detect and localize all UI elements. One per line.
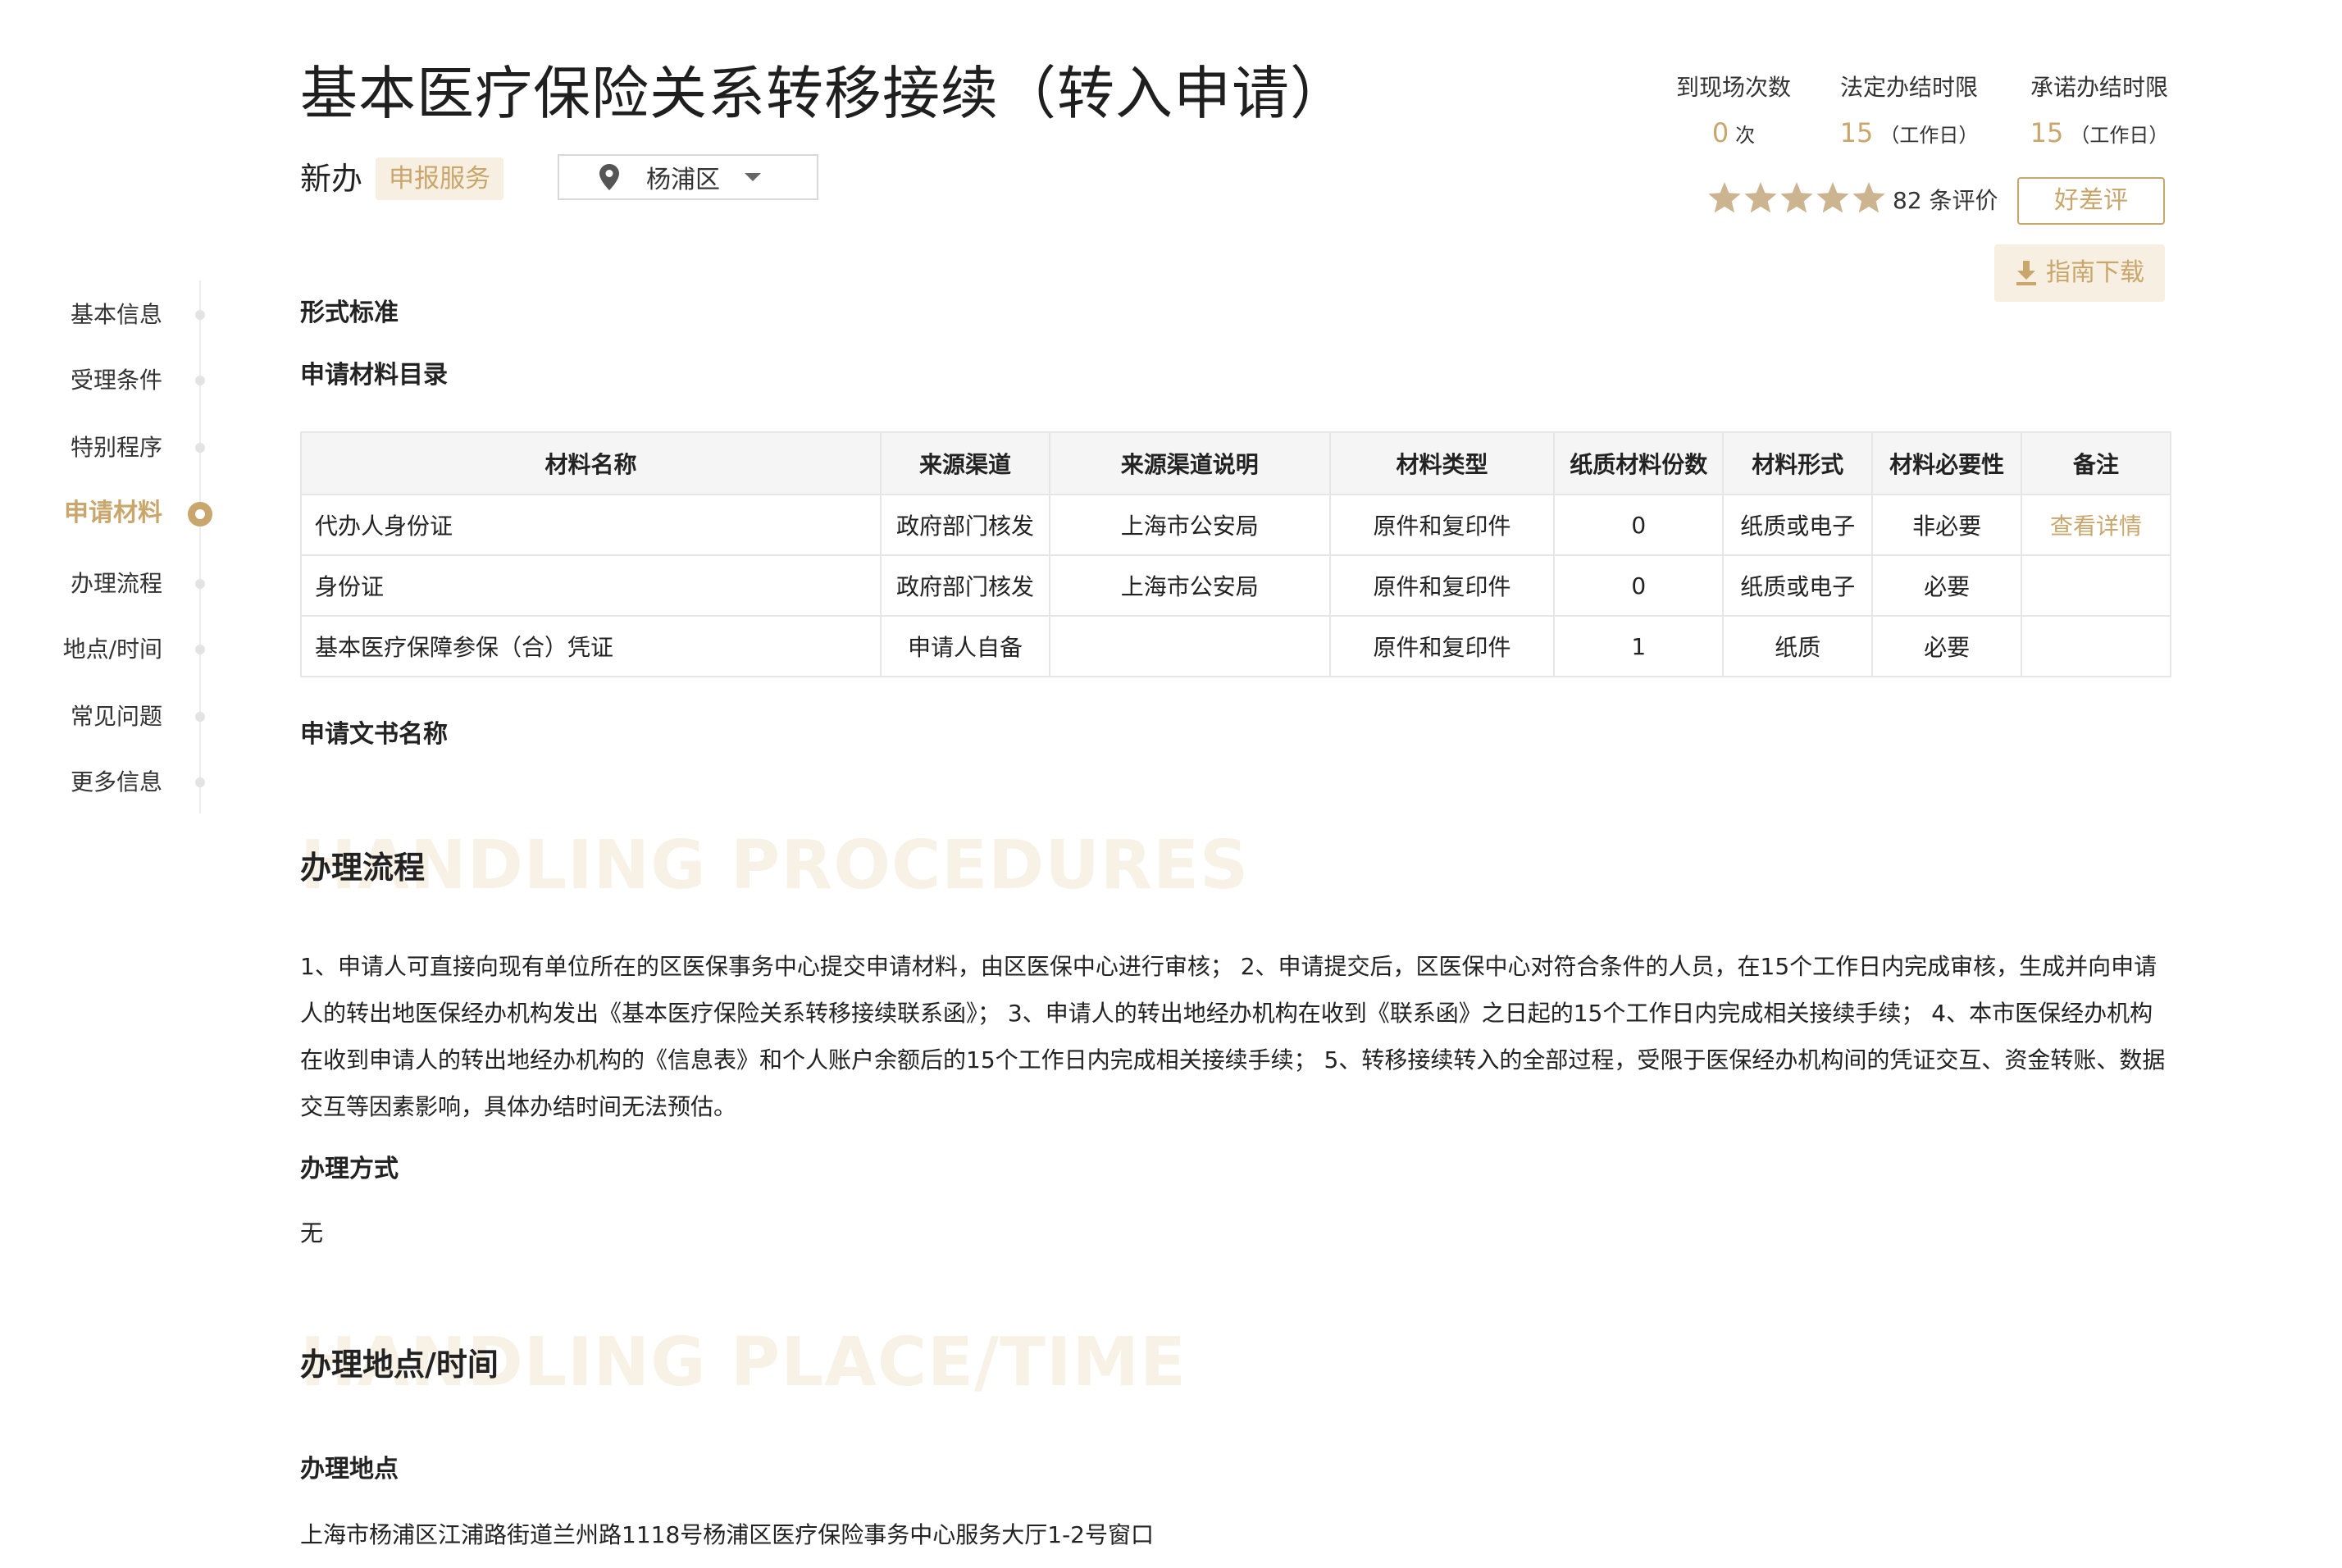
caret-down-icon	[745, 173, 761, 181]
view-details-link[interactable]: 查看详情	[2021, 494, 2171, 556]
stat-promised-limit: 承诺办结时限 15 （工作日）	[2030, 74, 2169, 148]
table-cell: 原件和复印件	[1328, 494, 1556, 556]
form-standard-heading: 形式标准	[300, 299, 399, 327]
table-header-row: 材料名称 来源渠道 来源渠道说明 材料类型 纸质材料份数 材料形式 材料必要性 …	[299, 431, 2171, 495]
star-icon	[1744, 182, 1777, 213]
method-heading: 办理方式	[300, 1155, 399, 1183]
rating-stars	[1707, 182, 1886, 215]
table-cell: 纸质	[1722, 615, 1874, 677]
table-cell: 必要	[1871, 615, 2023, 677]
rate-button[interactable]: 好差评	[2017, 177, 2165, 225]
sidenav-dot	[195, 310, 205, 320]
review-count[interactable]: 82 条评价	[1893, 184, 1998, 218]
table-cell: 基本医疗保障参保（合）凭证	[299, 615, 882, 677]
sidenav-item-faq[interactable]: 常见问题	[71, 700, 162, 733]
star-icon	[1708, 182, 1741, 213]
table-cell: 政府部门核发	[880, 554, 1051, 617]
table-cell	[2021, 554, 2171, 617]
column-header: 材料必要性	[1871, 431, 2023, 495]
service-subtype: 新办	[300, 161, 363, 197]
region-select[interactable]: 杨浦区	[558, 154, 818, 200]
table-cell: 原件和复印件	[1328, 615, 1556, 677]
table-cell: 身份证	[299, 554, 882, 617]
table-cell: 纸质或电子	[1722, 494, 1874, 556]
sidenav-item-materials[interactable]: 申请材料	[64, 497, 162, 530]
download-icon	[2016, 261, 2036, 285]
sidenav-dot	[195, 376, 205, 385]
table-cell: 0	[1553, 494, 1725, 556]
sidenav-dot	[195, 443, 205, 453]
sidenav-dot	[195, 645, 205, 654]
place-subheading: 办理地点	[300, 1455, 399, 1484]
table-cell: 代办人身份证	[299, 494, 882, 556]
table-cell: 0	[1553, 554, 1725, 617]
guide-download-button[interactable]: 指南下载	[1994, 244, 2165, 302]
column-header: 来源渠道说明	[1049, 431, 1331, 495]
column-header: 材料名称	[299, 431, 882, 495]
table-cell: 政府部门核发	[880, 494, 1051, 556]
procedure-text: 1、申请人可直接向现有单位所在的区医保事务中心提交申请材料，由区医保中心进行审核…	[300, 953, 2166, 1120]
table-cell: 上海市公安局	[1049, 494, 1331, 556]
table-row: 代办人身份证 政府部门核发 上海市公安局 原件和复印件 0 纸质或电子 非必要 …	[299, 494, 2171, 556]
materials-table: 材料名称 来源渠道 来源渠道说明 材料类型 纸质材料份数 材料形式 材料必要性 …	[299, 431, 2171, 677]
sidenav-dot	[195, 712, 205, 722]
table-cell	[2021, 615, 2171, 677]
column-header: 材料类型	[1328, 431, 1556, 495]
sidenav-active-indicator	[188, 502, 212, 526]
sidenav-dot	[195, 579, 205, 589]
star-icon	[1852, 182, 1885, 213]
method-value: 无	[300, 1219, 324, 1247]
sidenav-line	[199, 280, 201, 814]
table-row: 基本医疗保障参保（合）凭证 申请人自备 原件和复印件 1 纸质 必要	[299, 615, 2171, 677]
table-cell: 必要	[1871, 554, 2023, 617]
guide-download-label: 指南下载	[2046, 258, 2144, 287]
table-row: 身份证 政府部门核发 上海市公安局 原件和复印件 0 纸质或电子 必要	[299, 554, 2171, 617]
star-icon	[1780, 182, 1813, 213]
table-cell	[1049, 615, 1331, 677]
sidenav-item-basic-info[interactable]: 基本信息	[71, 299, 162, 331]
stat-legal-limit: 法定办结时限 15 （工作日）	[1839, 74, 1979, 148]
sidenav-item-more-info[interactable]: 更多信息	[71, 766, 162, 799]
table-cell: 非必要	[1871, 494, 2023, 556]
stat-visits: 到现场次数 0次	[1675, 74, 1791, 148]
materials-catalog-heading: 申请材料目录	[300, 361, 448, 390]
sidenav-item-special-procedure[interactable]: 特别程序	[71, 431, 162, 464]
place-heading: 办理地点/时间	[300, 1347, 499, 1383]
column-header: 材料形式	[1722, 431, 1874, 495]
table-cell: 纸质或电子	[1722, 554, 1874, 617]
sidenav-dot	[195, 777, 205, 787]
sidenav-item-procedure[interactable]: 办理流程	[71, 567, 162, 600]
sidenav-item-conditions[interactable]: 受理条件	[71, 364, 162, 397]
region-value: 杨浦区	[646, 166, 720, 194]
page-title: 基本医疗保险关系转移接续（转入申请）	[300, 60, 1348, 127]
procedure-heading: 办理流程	[300, 850, 426, 886]
column-header: 纸质材料份数	[1553, 431, 1725, 495]
procedure-bg-text: HANDLING PROCEDURES	[300, 827, 1250, 905]
service-tag: 申报服务	[376, 157, 503, 200]
table-cell: 1	[1553, 615, 1725, 677]
column-header: 来源渠道	[880, 431, 1051, 495]
column-header: 备注	[2021, 431, 2171, 495]
place-value: 上海市杨浦区江浦路街道兰州路1118号杨浦区医疗保险事务中心服务大厅1-2号窗口	[300, 1521, 1154, 1548]
table-cell: 原件和复印件	[1328, 554, 1556, 617]
table-cell: 上海市公安局	[1049, 554, 1331, 617]
star-icon	[1816, 182, 1849, 213]
doc-name-heading: 申请文书名称	[300, 720, 448, 749]
location-pin-icon	[597, 162, 622, 192]
table-cell: 申请人自备	[880, 615, 1051, 677]
sidenav-item-place-time[interactable]: 地点/时间	[63, 633, 162, 666]
